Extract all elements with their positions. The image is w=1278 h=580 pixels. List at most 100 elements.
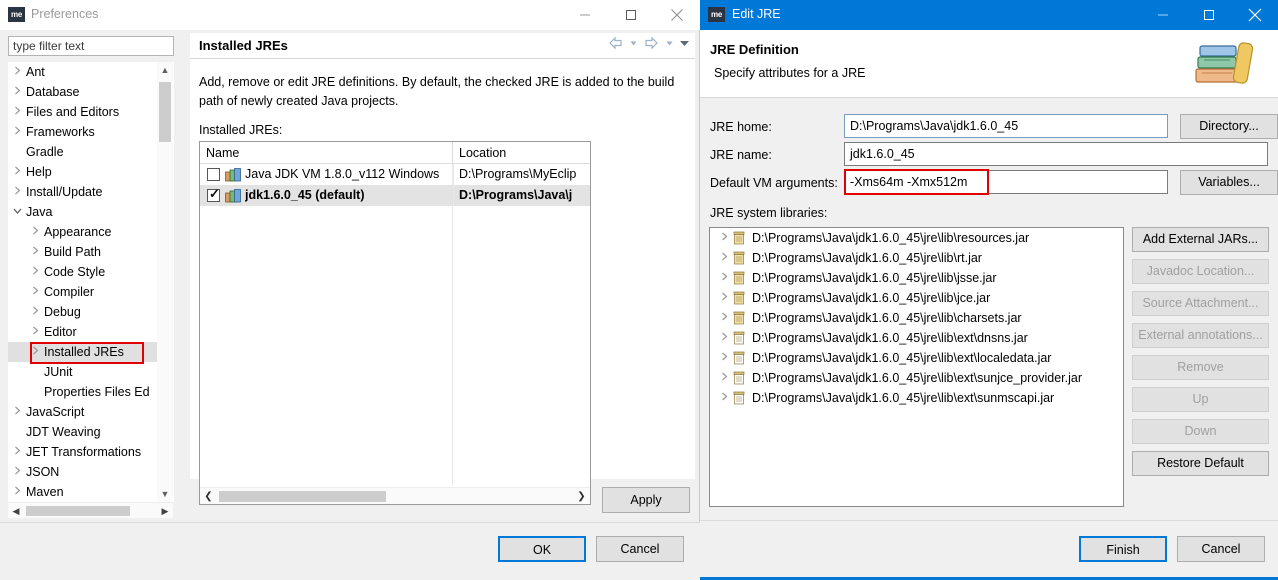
menu-dropdown-icon[interactable] bbox=[679, 36, 690, 56]
chevron-right-icon[interactable] bbox=[26, 242, 44, 262]
jre-checkbox[interactable] bbox=[207, 168, 220, 181]
sidebar-item-install-update[interactable]: Install/Update bbox=[8, 182, 163, 202]
chevron-right-icon[interactable] bbox=[8, 442, 26, 462]
add-external-jars-button[interactable]: Add External JARs... bbox=[1132, 227, 1269, 252]
chevron-right-icon[interactable] bbox=[8, 102, 26, 122]
chevron-down-icon[interactable] bbox=[8, 202, 26, 222]
sidebar-item-properties-files-ed[interactable]: Properties Files Ed bbox=[8, 382, 163, 402]
chevron-right-icon[interactable] bbox=[8, 62, 26, 82]
sidebar-item-json[interactable]: JSON bbox=[8, 462, 163, 482]
jre-system-libraries-list[interactable]: D:\Programs\Java\jdk1.6.0_45\jre\lib\res… bbox=[709, 227, 1124, 507]
scrollbar-thumb[interactable] bbox=[26, 506, 130, 516]
chevron-right-icon[interactable] bbox=[26, 262, 44, 282]
directory-button[interactable]: Directory... bbox=[1180, 114, 1278, 139]
library-list-item[interactable]: D:\Programs\Java\jdk1.6.0_45\jre\lib\ext… bbox=[710, 368, 1123, 388]
jre-name-input[interactable]: jdk1.6.0_45 bbox=[844, 142, 1268, 166]
library-list-item[interactable]: D:\Programs\Java\jdk1.6.0_45\jre\lib\ext… bbox=[710, 388, 1123, 408]
chevron-right-icon[interactable] bbox=[26, 342, 44, 362]
chevron-right-icon[interactable] bbox=[26, 322, 44, 342]
filter-input[interactable]: type filter text bbox=[8, 36, 174, 56]
scroll-up-icon[interactable]: ▲ bbox=[157, 62, 173, 78]
sidebar-item-frameworks[interactable]: Frameworks bbox=[8, 122, 163, 142]
chevron-right-icon[interactable] bbox=[26, 222, 44, 242]
chevron-right-icon[interactable] bbox=[8, 182, 26, 202]
sidebar-item-debug[interactable]: Debug bbox=[8, 302, 163, 322]
chevron-right-icon[interactable] bbox=[718, 308, 730, 328]
library-list-item[interactable]: D:\Programs\Java\jdk1.6.0_45\jre\lib\ext… bbox=[710, 328, 1123, 348]
scrollbar-thumb[interactable] bbox=[159, 82, 171, 142]
vm-arguments-input[interactable]: -Xms64m -Xmx512m bbox=[844, 170, 1168, 194]
chevron-right-icon[interactable] bbox=[8, 482, 26, 502]
scroll-down-icon[interactable]: ▼ bbox=[157, 486, 173, 502]
forward-arrow-icon[interactable] bbox=[643, 36, 659, 56]
chevron-right-icon[interactable] bbox=[718, 348, 730, 368]
chevron-right-icon[interactable] bbox=[718, 268, 730, 288]
installed-jres-table[interactable]: Name Location Java JDK VM 1.8.0_v112 Win… bbox=[199, 141, 591, 505]
scroll-left-icon[interactable]: ❮ bbox=[200, 488, 217, 504]
back-dropdown-icon[interactable] bbox=[629, 36, 638, 56]
scroll-right-icon[interactable]: ❯ bbox=[573, 488, 590, 504]
variables-button[interactable]: Variables... bbox=[1180, 170, 1278, 195]
cancel-button[interactable]: Cancel bbox=[596, 536, 684, 562]
chevron-right-icon[interactable] bbox=[26, 282, 44, 302]
apply-button[interactable]: Apply bbox=[602, 487, 690, 513]
chevron-right-icon[interactable] bbox=[718, 328, 730, 348]
maximize-icon[interactable] bbox=[608, 0, 654, 30]
table-row[interactable]: Java JDK VM 1.8.0_v112 Windows D:\Program… bbox=[200, 164, 590, 185]
preferences-tree[interactable]: Ant Database Files and Editors Frameworks Gr… bbox=[8, 62, 174, 502]
minimize-icon[interactable] bbox=[1140, 0, 1186, 30]
column-header-name[interactable]: Name bbox=[200, 142, 452, 164]
sidebar-item-jdt-weaving[interactable]: JDT Weaving bbox=[8, 422, 163, 442]
table-horizontal-scrollbar[interactable]: ❮ ❯ bbox=[200, 487, 590, 504]
jre-checkbox[interactable]: ✓ bbox=[207, 187, 220, 202]
column-header-location[interactable]: Location bbox=[452, 142, 590, 164]
sidebar-item-junit[interactable]: JUnit bbox=[8, 362, 163, 382]
sidebar-item-javascript[interactable]: JavaScript bbox=[8, 402, 163, 422]
cancel-button[interactable]: Cancel bbox=[1177, 536, 1265, 562]
scroll-right-icon[interactable]: ▶ bbox=[157, 503, 173, 519]
close-icon[interactable] bbox=[1232, 0, 1278, 30]
sidebar-item-database[interactable]: Database bbox=[8, 82, 163, 102]
library-list-item[interactable]: D:\Programs\Java\jdk1.6.0_45\jre\lib\ext… bbox=[710, 348, 1123, 368]
chevron-right-icon[interactable] bbox=[26, 302, 44, 322]
sidebar-item-ant[interactable]: Ant bbox=[8, 62, 163, 82]
sidebar-item-installed-jres[interactable]: Installed JREs bbox=[8, 342, 163, 362]
table-row[interactable]: ✓ jdk1.6.0_45 (default) D:\Programs\Java\j bbox=[200, 185, 590, 206]
forward-dropdown-icon[interactable] bbox=[665, 36, 674, 56]
sidebar-item-help[interactable]: Help bbox=[8, 162, 163, 182]
chevron-right-icon[interactable] bbox=[8, 462, 26, 482]
library-list-item[interactable]: D:\Programs\Java\jdk1.6.0_45\jre\lib\jce… bbox=[710, 288, 1123, 308]
sidebar-item-gradle[interactable]: Gradle bbox=[8, 142, 163, 162]
chevron-right-icon[interactable] bbox=[8, 162, 26, 182]
sidebar-item-files-and-editors[interactable]: Files and Editors bbox=[8, 102, 163, 122]
sidebar-item-code-style[interactable]: Code Style bbox=[8, 262, 163, 282]
chevron-right-icon[interactable] bbox=[718, 288, 730, 308]
maximize-icon[interactable] bbox=[1186, 0, 1232, 30]
tree-horizontal-scrollbar[interactable]: ◀ ▶ bbox=[8, 502, 173, 518]
restore-default-button[interactable]: Restore Default bbox=[1132, 451, 1269, 476]
sidebar-item-maven[interactable]: Maven bbox=[8, 482, 163, 502]
sidebar-item-compiler[interactable]: Compiler bbox=[8, 282, 163, 302]
scroll-left-icon[interactable]: ◀ bbox=[8, 503, 24, 519]
library-list-item[interactable]: D:\Programs\Java\jdk1.6.0_45\jre\lib\jss… bbox=[710, 268, 1123, 288]
library-list-item[interactable]: D:\Programs\Java\jdk1.6.0_45\jre\lib\res… bbox=[710, 228, 1123, 248]
sidebar-item-java[interactable]: Java bbox=[8, 202, 163, 222]
back-arrow-icon[interactable] bbox=[608, 36, 624, 56]
chevron-right-icon[interactable] bbox=[8, 402, 26, 422]
sidebar-item-jet-transformations[interactable]: JET Transformations bbox=[8, 442, 163, 462]
minimize-icon[interactable] bbox=[562, 0, 608, 30]
chevron-right-icon[interactable] bbox=[8, 122, 26, 142]
jre-home-input[interactable]: D:\Programs\Java\jdk1.6.0_45 bbox=[844, 114, 1168, 138]
chevron-right-icon[interactable] bbox=[718, 368, 730, 388]
chevron-right-icon[interactable] bbox=[8, 82, 26, 102]
chevron-right-icon[interactable] bbox=[718, 228, 730, 248]
tree-vertical-scrollbar[interactable]: ▲ ▼ bbox=[157, 62, 173, 502]
sidebar-item-build-path[interactable]: Build Path bbox=[8, 242, 163, 262]
scrollbar-thumb[interactable] bbox=[219, 491, 386, 502]
library-list-item[interactable]: D:\Programs\Java\jdk1.6.0_45\jre\lib\cha… bbox=[710, 308, 1123, 328]
ok-button[interactable]: OK bbox=[498, 536, 586, 562]
sidebar-item-editor[interactable]: Editor bbox=[8, 322, 163, 342]
chevron-right-icon[interactable] bbox=[718, 248, 730, 268]
library-list-item[interactable]: D:\Programs\Java\jdk1.6.0_45\jre\lib\rt.… bbox=[710, 248, 1123, 268]
chevron-right-icon[interactable] bbox=[718, 388, 730, 408]
